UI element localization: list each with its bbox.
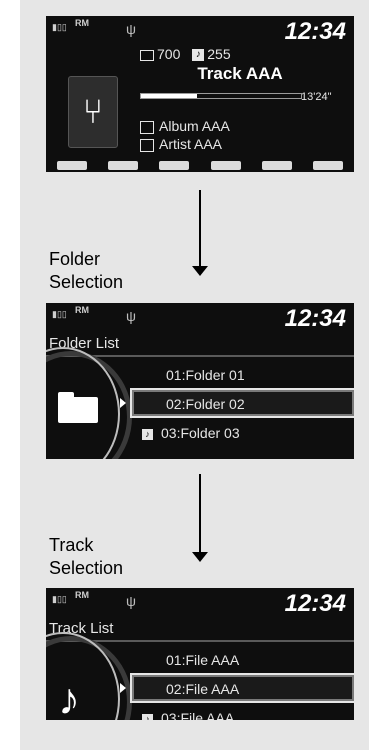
signal-icon: ▮▯▯ bbox=[52, 594, 67, 604]
selection-pointer bbox=[120, 683, 126, 693]
track-time: 13'24" bbox=[301, 91, 332, 103]
step-track-selection: Track Selection bbox=[49, 535, 124, 578]
rm-label: RM bbox=[75, 18, 89, 28]
progress-fill bbox=[141, 94, 197, 98]
arrow-2-head bbox=[192, 552, 208, 562]
step-folder-selection: Folder Selection bbox=[49, 249, 124, 292]
selection-pointer bbox=[120, 398, 126, 408]
folder-count-icon bbox=[140, 49, 154, 61]
rm-label: RM bbox=[75, 305, 89, 315]
clock: 12:34 bbox=[284, 18, 346, 45]
list-item-selected[interactable]: 02:Folder 02 bbox=[166, 396, 245, 412]
list-body: ♪ 01:File AAA 02:File AAA ♪ 03:File AAA bbox=[46, 632, 354, 721]
artist-icon bbox=[140, 138, 154, 152]
usb-icon: ψ bbox=[126, 308, 136, 324]
artist-name: Artist AAA bbox=[159, 136, 223, 152]
usb-icon: ψ bbox=[126, 593, 136, 609]
count-row: 700 ♪ 255 bbox=[140, 46, 231, 62]
clock: 12:34 bbox=[284, 590, 346, 617]
list-item-label: 01:Folder 01 bbox=[166, 367, 245, 383]
list-item-label: 01:File AAA bbox=[166, 652, 240, 668]
softkey-5[interactable] bbox=[261, 160, 292, 170]
list-item-label: 03:File AAA bbox=[161, 710, 235, 720]
status-bar: ▮▯▯ RM ψ 12:34 bbox=[46, 588, 354, 618]
track-count: 255 bbox=[207, 46, 231, 62]
list-item-label: 02:File AAA bbox=[166, 681, 240, 697]
now-playing-screen: ▮▯▯ RM ψ 12:34 700 ♪ 255 Track AAA 13'24"… bbox=[46, 16, 354, 172]
progress-bar bbox=[140, 93, 302, 99]
status-bar: ▮▯▯ RM ψ 12:34 bbox=[46, 16, 354, 46]
album-row: Album AAA bbox=[140, 118, 230, 134]
track-list-screen: ▮▯▯ RM ψ 12:34 Track List ♪ 01:File AAA … bbox=[46, 588, 354, 720]
music-note-icon: ♪ bbox=[58, 675, 80, 721]
arrow-1-line bbox=[199, 190, 201, 266]
softkey-4[interactable] bbox=[210, 160, 241, 170]
usb-icon: ψ bbox=[126, 21, 136, 37]
arrow-1-head bbox=[192, 266, 208, 276]
softkey-row bbox=[46, 158, 354, 172]
arrow-2-line bbox=[199, 474, 201, 552]
album-icon bbox=[140, 120, 154, 134]
track-title: Track AAA bbox=[197, 64, 283, 83]
list-item-label: 03:Folder 03 bbox=[161, 425, 240, 441]
album-name: Album AAA bbox=[159, 118, 230, 134]
track-count-icon: ♪ bbox=[192, 49, 205, 62]
softkey-1[interactable] bbox=[56, 160, 87, 170]
music-note-icon: ♪ bbox=[142, 713, 153, 720]
folder-icon bbox=[58, 397, 98, 423]
artist-row: Artist AAA bbox=[140, 136, 222, 152]
list-item[interactable]: ♪ 03:File AAA bbox=[142, 710, 234, 720]
rm-label: RM bbox=[75, 590, 89, 600]
list-body: 01:Folder 01 02:Folder 02 ♪ 03:Folder 03 bbox=[46, 347, 354, 459]
softkey-3[interactable] bbox=[159, 160, 190, 170]
list-item[interactable]: 01:Folder 01 bbox=[166, 367, 245, 383]
signal-icon: ▮▯▯ bbox=[52, 309, 67, 319]
softkey-2[interactable] bbox=[107, 160, 138, 170]
selected-row-highlight[interactable] bbox=[130, 673, 354, 703]
clock: 12:34 bbox=[284, 305, 346, 332]
music-note-icon: ♪ bbox=[142, 428, 153, 440]
softkey-6[interactable] bbox=[313, 160, 344, 170]
list-item-selected[interactable]: 02:File AAA bbox=[166, 681, 239, 697]
folder-list-screen: ▮▯▯ RM ψ 12:34 Folder List 01:Folder 01 … bbox=[46, 303, 354, 459]
usb-device-icon: ⑂ bbox=[68, 76, 118, 148]
list-item-label: 02:Folder 02 bbox=[166, 396, 245, 412]
folder-count: 700 bbox=[157, 46, 181, 62]
list-item[interactable]: 01:File AAA bbox=[166, 652, 239, 668]
status-bar: ▮▯▯ RM ψ 12:34 bbox=[46, 303, 354, 333]
list-item[interactable]: ♪ 03:Folder 03 bbox=[142, 425, 240, 441]
signal-icon: ▮▯▯ bbox=[52, 22, 67, 32]
